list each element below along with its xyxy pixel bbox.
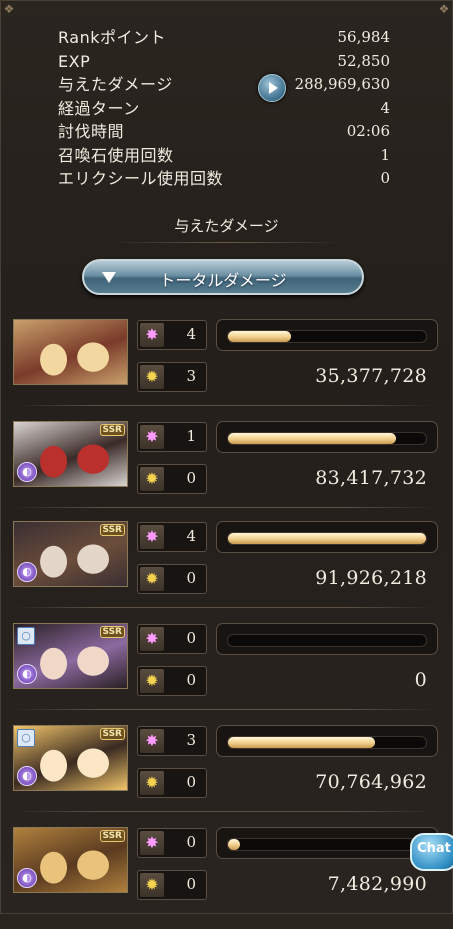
gauge-track — [227, 532, 427, 545]
stat-summon-uses: 召喚石使用回数 1 — [58, 145, 390, 165]
ougi-count-box: ✹ 0 — [137, 870, 207, 900]
row-divider — [14, 607, 434, 608]
ssr-badge: SSR — [99, 728, 125, 740]
ssr-badge: SSR — [99, 626, 125, 638]
section-title: 与えたダメージ — [174, 217, 279, 235]
character-portrait[interactable]: SSR ◐ — [13, 827, 128, 893]
magic-star-icon: ✸ — [140, 729, 164, 753]
ougi-burst-icon: ✹ — [140, 873, 164, 897]
dark-element-icon: ◐ — [17, 462, 37, 482]
stat-exp: EXP 52,850 — [58, 51, 390, 71]
corner-ornament-icon: ❖ — [3, 2, 15, 16]
damage-value: 35,377,728 — [315, 365, 427, 387]
ssr-badge: SSR — [99, 424, 125, 436]
row-divider — [14, 709, 434, 710]
ssr-badge: SSR — [99, 524, 125, 536]
damage-value: 70,764,962 — [315, 771, 427, 793]
skill-count-box: ✸ 1 — [137, 422, 207, 452]
damage-gauge — [216, 521, 438, 553]
ssr-badge: SSR — [99, 830, 125, 842]
stat-elixir-uses: エリクシール使用回数 0 — [58, 169, 390, 188]
gauge-track — [227, 736, 427, 749]
skill-count-box: ✸ 4 — [137, 522, 207, 552]
skill-count-box: ✸ 4 — [137, 320, 207, 350]
stat-battle-time: 討伐時間 02:06 — [58, 122, 390, 141]
character-portrait[interactable]: SSR ◐ — [13, 521, 128, 587]
dark-element-icon: ◐ — [17, 766, 37, 786]
ougi-count-box: ✹ 0 — [137, 564, 207, 594]
ring-icon: ○ — [17, 729, 35, 747]
magic-star-icon: ✸ — [140, 627, 164, 651]
result-stats: Rankポイント 56,984 EXP 52,850 与えたダメージ 288,969,… — [58, 26, 390, 191]
section-divider — [110, 242, 343, 243]
ring-icon: ○ — [17, 627, 35, 645]
dark-element-icon: ◐ — [17, 664, 37, 684]
gauge-track — [227, 330, 427, 343]
chat-button[interactable]: Chat — [410, 833, 453, 871]
damage-gauge — [216, 421, 438, 453]
skill-count-box: ✸ 0 — [137, 624, 207, 654]
stat-damage-dealt: 与えたダメージ 288,969,630 — [58, 73, 390, 102]
total-damage-dropdown[interactable]: トータルダメージ — [82, 259, 364, 295]
row-divider — [14, 811, 434, 812]
ougi-burst-icon: ✹ — [140, 771, 164, 795]
stat-turns: 経過ターン 4 — [58, 98, 390, 118]
damage-value: 7,482,990 — [327, 873, 427, 895]
ougi-count-box: ✹ 3 — [137, 362, 207, 392]
row-divider — [14, 405, 434, 406]
damage-value: 0 — [414, 669, 427, 691]
row-divider — [14, 507, 434, 508]
gauge-track — [227, 838, 427, 851]
ougi-count-box: ✹ 0 — [137, 666, 207, 696]
magic-star-icon: ✸ — [140, 425, 164, 449]
damage-value: 83,417,732 — [315, 467, 427, 489]
character-portrait[interactable] — [13, 319, 128, 385]
damage-gauge — [216, 319, 438, 351]
character-portrait[interactable]: SSR ◐ ○ — [13, 623, 128, 689]
ougi-count-box: ✹ 0 — [137, 768, 207, 798]
ougi-burst-icon: ✹ — [140, 467, 164, 491]
corner-ornament-icon: ❖ — [438, 2, 450, 16]
gauge-fill — [228, 839, 240, 850]
magic-star-icon: ✸ — [140, 323, 164, 347]
ougi-burst-icon: ✹ — [140, 567, 164, 591]
gauge-track — [227, 432, 427, 445]
stat-rank-points: Rankポイント 56,984 — [58, 28, 390, 47]
character-portrait[interactable]: SSR ◐ — [13, 421, 128, 487]
gauge-fill — [228, 331, 292, 342]
magic-star-icon: ✸ — [140, 525, 164, 549]
gauge-fill — [228, 737, 375, 748]
damage-value: 91,926,218 — [315, 567, 427, 589]
magic-star-icon: ✸ — [140, 831, 164, 855]
damage-gauge — [216, 623, 438, 655]
ougi-count-box: ✹ 0 — [137, 464, 207, 494]
ougi-burst-icon: ✹ — [140, 669, 164, 693]
dark-element-icon: ◐ — [17, 868, 37, 888]
character-portrait[interactable]: SSR ◐ ○ — [13, 725, 128, 791]
damage-gauge — [216, 827, 438, 859]
dark-element-icon: ◐ — [17, 562, 37, 582]
skill-count-box: ✸ 0 — [137, 828, 207, 858]
gauge-fill — [228, 433, 397, 444]
gauge-fill — [228, 533, 426, 544]
damage-gauge — [216, 725, 438, 757]
gauge-track — [227, 634, 427, 647]
skill-count-box: ✸ 3 — [137, 726, 207, 756]
ougi-burst-icon: ✹ — [140, 365, 164, 389]
